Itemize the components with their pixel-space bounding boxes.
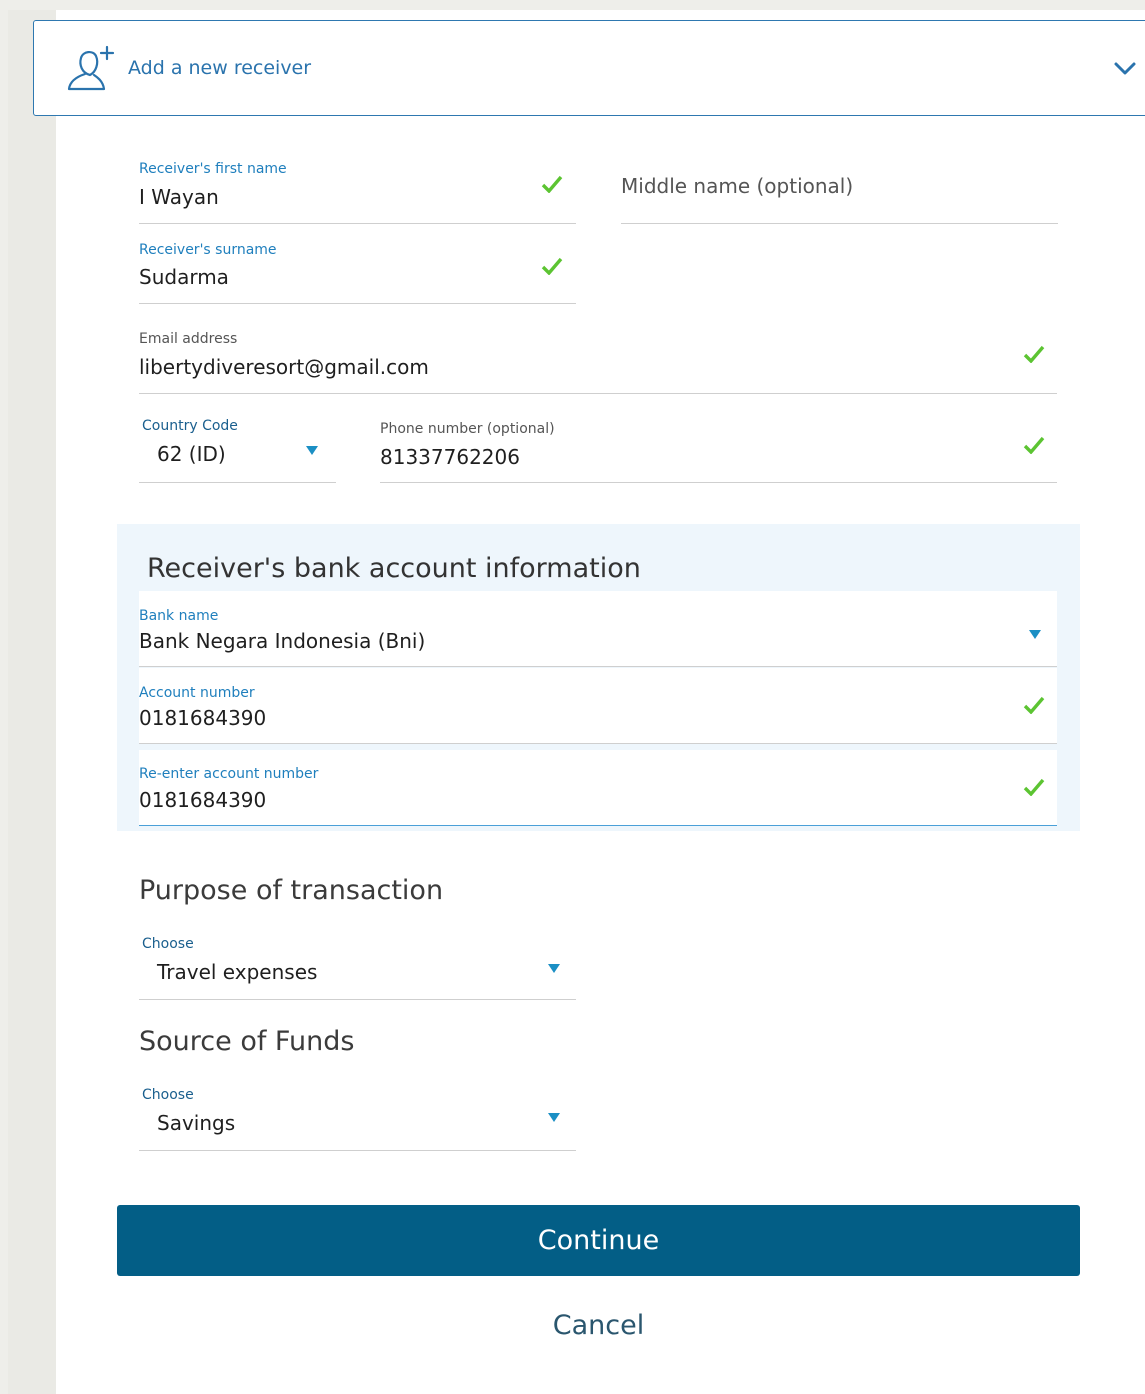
check-icon bbox=[1023, 345, 1045, 363]
header-title: Add a new receiver bbox=[128, 57, 312, 79]
source-label: Choose bbox=[142, 1087, 194, 1103]
page-background-top bbox=[0, 0, 1145, 10]
dropdown-arrow-icon bbox=[548, 1113, 560, 1122]
email-field[interactable]: Email address libertydiveresort@gmail.co… bbox=[139, 322, 1057, 394]
add-person-icon bbox=[67, 45, 115, 91]
check-icon bbox=[1023, 696, 1045, 714]
first-name-field[interactable]: Receiver's first name I Wayan bbox=[139, 152, 576, 224]
surname-field[interactable]: Receiver's surname Sudarma bbox=[139, 233, 576, 304]
dropdown-arrow-icon bbox=[306, 446, 318, 455]
surname-label: Receiver's surname bbox=[139, 242, 277, 258]
chevron-down-icon[interactable] bbox=[1110, 56, 1140, 80]
account-number-field[interactable]: Account number 0181684390 bbox=[139, 668, 1057, 744]
add-receiver-header[interactable]: Add a new receiver bbox=[33, 20, 1145, 116]
page-background-left bbox=[0, 0, 8, 1394]
purpose-select[interactable]: Choose Travel expenses bbox=[139, 926, 576, 1000]
phone-field[interactable]: Phone number (optional) 81337762206 bbox=[380, 408, 1057, 483]
phone-input[interactable]: 81337762206 bbox=[380, 445, 520, 469]
dropdown-arrow-icon bbox=[1029, 630, 1041, 639]
first-name-label: Receiver's first name bbox=[139, 161, 287, 177]
purpose-value[interactable]: Travel expenses bbox=[157, 960, 317, 984]
left-gutter bbox=[8, 10, 56, 1394]
reenter-account-number-input[interactable]: 0181684390 bbox=[139, 788, 266, 812]
bank-section-title: Receiver's bank account information bbox=[147, 553, 641, 584]
country-code-label: Country Code bbox=[142, 418, 238, 434]
surname-input[interactable]: Sudarma bbox=[139, 265, 229, 289]
check-icon bbox=[541, 175, 563, 193]
country-code-select[interactable]: Country Code 62 (ID) bbox=[139, 408, 336, 483]
first-name-input[interactable]: I Wayan bbox=[139, 185, 219, 209]
reenter-account-number-field[interactable]: Re-enter account number 0181684390 bbox=[139, 750, 1057, 826]
source-select[interactable]: Choose Savings bbox=[139, 1077, 576, 1151]
email-label: Email address bbox=[139, 331, 238, 347]
account-number-label: Account number bbox=[139, 685, 255, 701]
bank-name-value[interactable]: Bank Negara Indonesia (Bni) bbox=[139, 629, 425, 653]
country-code-value[interactable]: 62 (ID) bbox=[157, 442, 226, 466]
purpose-title: Purpose of transaction bbox=[139, 875, 444, 906]
account-number-input[interactable]: 0181684390 bbox=[139, 706, 266, 730]
middle-name-input[interactable]: Middle name (optional) bbox=[621, 174, 853, 198]
continue-button[interactable]: Continue bbox=[117, 1205, 1080, 1276]
purpose-label: Choose bbox=[142, 936, 194, 952]
email-input[interactable]: libertydiveresort@gmail.com bbox=[139, 355, 429, 379]
source-title: Source of Funds bbox=[139, 1026, 355, 1057]
check-icon bbox=[1023, 778, 1045, 796]
reenter-account-number-label: Re-enter account number bbox=[139, 766, 319, 782]
bank-name-select[interactable]: Bank name Bank Negara Indonesia (Bni) bbox=[139, 591, 1057, 667]
check-icon bbox=[541, 257, 563, 275]
cancel-button[interactable]: Cancel bbox=[117, 1310, 1080, 1341]
source-value[interactable]: Savings bbox=[157, 1111, 235, 1135]
check-icon bbox=[1023, 436, 1045, 454]
phone-label: Phone number (optional) bbox=[380, 421, 555, 437]
dropdown-arrow-icon bbox=[548, 964, 560, 973]
middle-name-field[interactable]: Middle name (optional) bbox=[621, 152, 1058, 224]
bank-name-label: Bank name bbox=[139, 608, 219, 624]
